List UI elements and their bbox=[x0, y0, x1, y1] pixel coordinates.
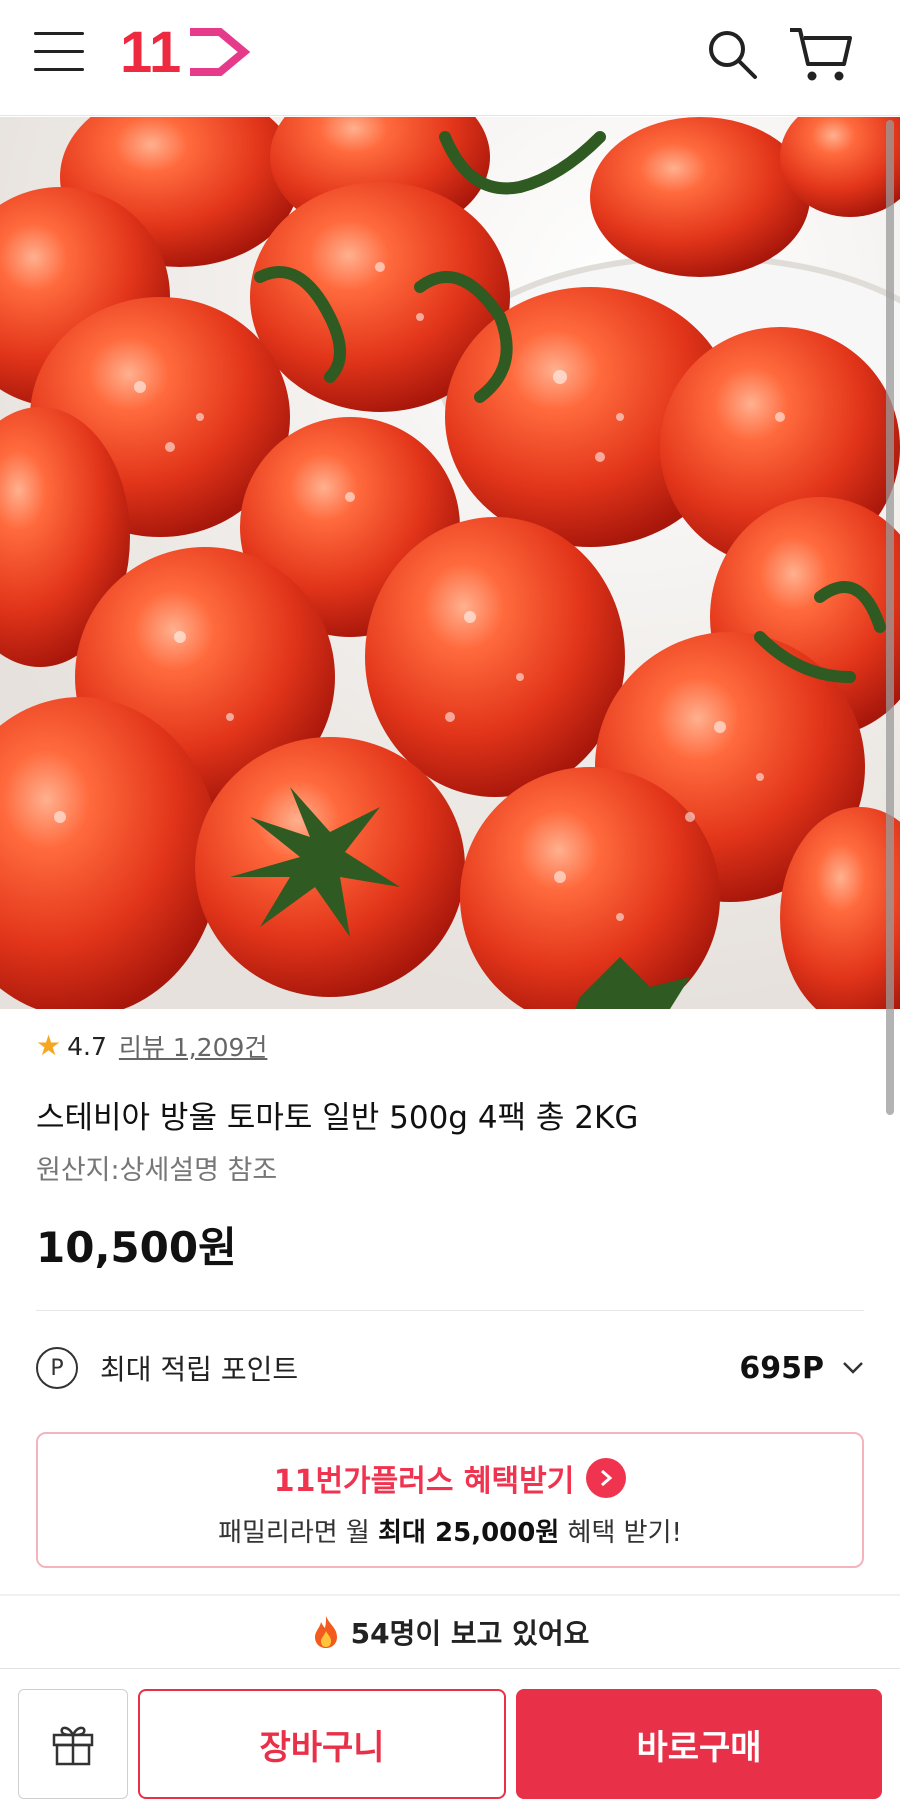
review-count-link[interactable]: 리뷰 1,209건 bbox=[119, 1028, 268, 1064]
tomato-photo bbox=[0, 117, 900, 1009]
brand-logo[interactable]: 11 bbox=[120, 22, 252, 82]
promo-sub-suffix: 혜택 받기! bbox=[559, 1518, 682, 1548]
svg-text:11: 11 bbox=[120, 22, 181, 82]
fire-icon bbox=[314, 1616, 337, 1648]
point-icon: P bbox=[36, 1347, 78, 1389]
promo-sub-prefix: 패밀리라면 월 bbox=[218, 1518, 379, 1548]
app-header: 11 bbox=[0, 0, 900, 116]
promo-title: 11번가플러스 혜택받기 bbox=[273, 1464, 575, 1499]
page-scrollbar[interactable] bbox=[886, 120, 894, 1115]
rating-row: ★ 4.7 리뷰 1,209건 bbox=[36, 1026, 267, 1066]
product-image[interactable] bbox=[0, 117, 900, 1009]
points-row[interactable]: P 최대 적립 포인트 695P bbox=[36, 1338, 864, 1398]
section-separator bbox=[0, 1594, 900, 1596]
menu-icon[interactable] bbox=[34, 32, 84, 76]
arrow-right-icon[interactable] bbox=[586, 1458, 627, 1498]
points-value: 695P bbox=[739, 1350, 824, 1386]
cart-icon[interactable] bbox=[788, 24, 854, 84]
buy-now-button[interactable]: 바로구매 bbox=[516, 1689, 882, 1799]
viewers-text: 54명이 보고 있어요 bbox=[350, 1617, 590, 1650]
gift-icon bbox=[52, 1726, 94, 1766]
promo-sub-bold: 최대 25,000원 bbox=[378, 1518, 560, 1548]
points-label: 최대 적립 포인트 bbox=[100, 1353, 299, 1386]
product-origin: 원산지:상세설명 참조 bbox=[36, 1155, 278, 1186]
plus-benefit-banner[interactable]: 11번가플러스 혜택받기 패밀리라면 월 최대 25,000원 혜택 받기! bbox=[36, 1432, 864, 1568]
live-viewers: 54명이 보고 있어요 bbox=[0, 1604, 900, 1660]
rating-value: 4.7 bbox=[67, 1031, 107, 1061]
add-to-cart-button[interactable]: 장바구니 bbox=[138, 1689, 506, 1799]
gift-button[interactable] bbox=[18, 1689, 128, 1799]
product-title: 스테비아 방울 토마토 일반 500g 4팩 총 2KG bbox=[36, 1100, 639, 1136]
product-price: 10,500원 bbox=[36, 1223, 237, 1272]
promo-heading: 11번가플러스 혜택받기 bbox=[38, 1456, 862, 1500]
search-icon[interactable] bbox=[704, 26, 760, 82]
divider bbox=[36, 1310, 864, 1311]
promo-subtitle: 패밀리라면 월 최대 25,000원 혜택 받기! bbox=[38, 1512, 862, 1549]
bottom-action-bar: 장바구니 바로구매 bbox=[0, 1668, 900, 1816]
chevron-down-icon[interactable] bbox=[842, 1361, 864, 1375]
star-icon: ★ bbox=[36, 1029, 62, 1062]
